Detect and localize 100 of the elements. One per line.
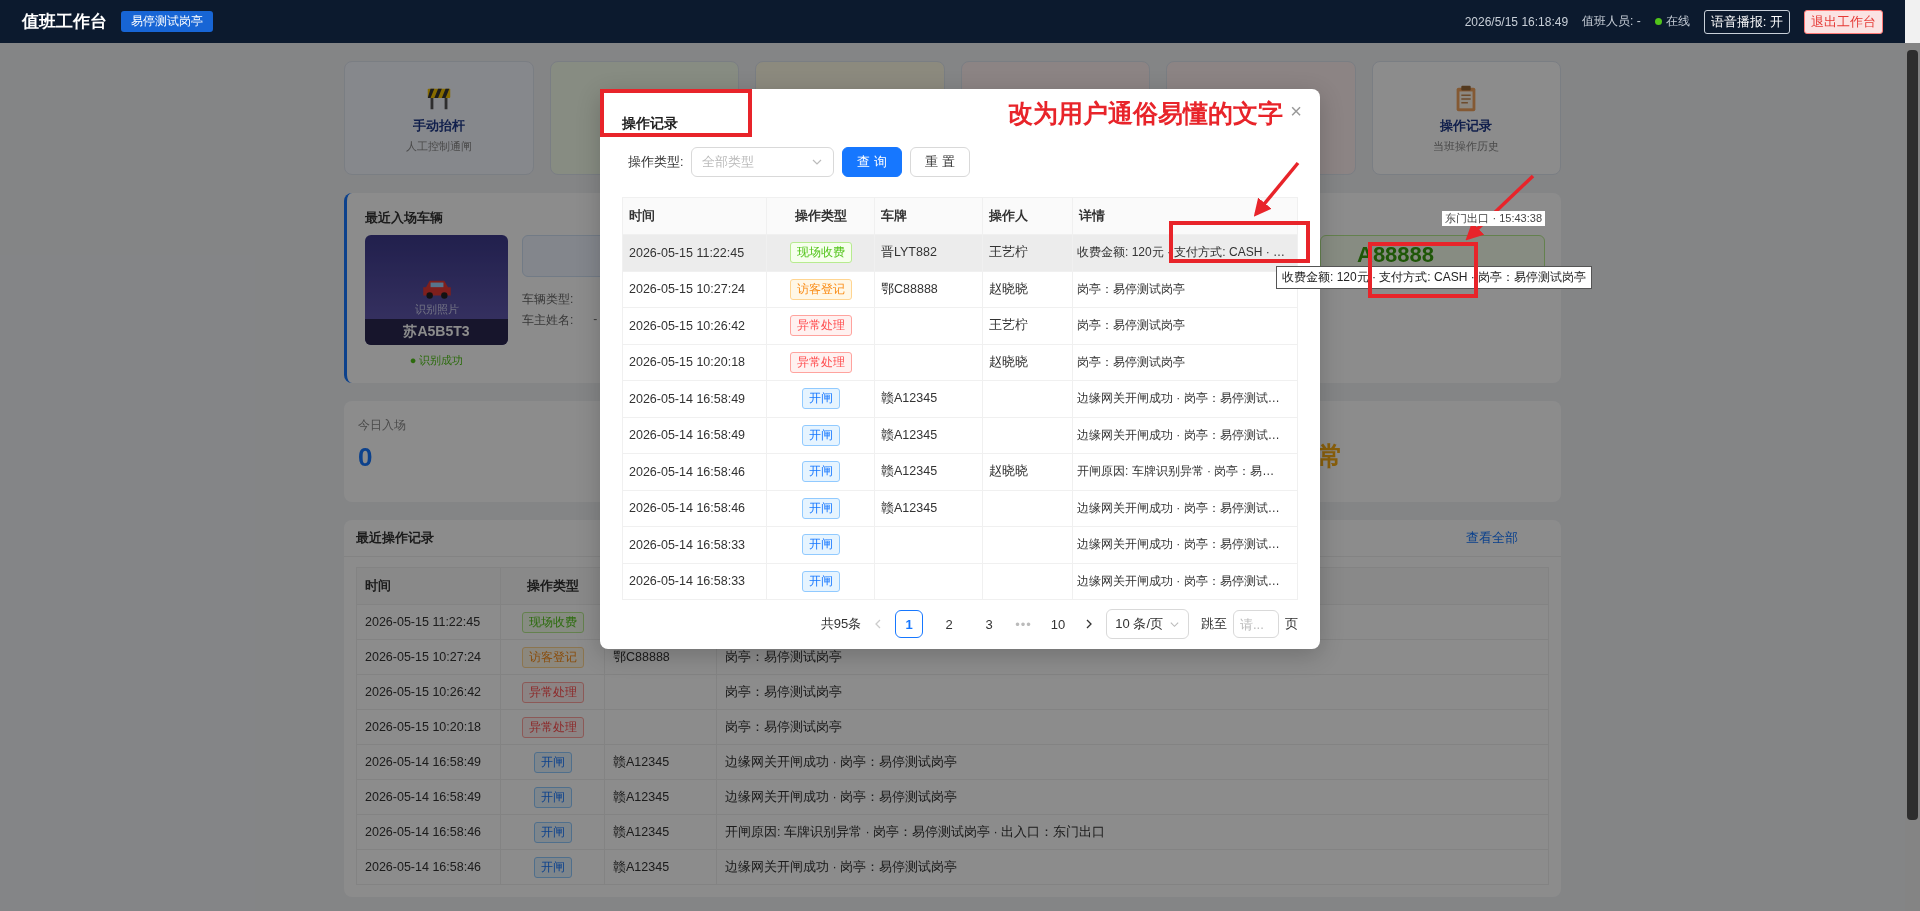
table-cell: 岗亭：易停测试岗亭 [725, 684, 842, 699]
table-cell: 收费金额: 120元 · 支付方式: CASH · … [1077, 245, 1286, 260]
staff-label: 值班人员: - [1582, 13, 1641, 30]
column-header: 时间 [356, 567, 501, 605]
exit-info: 东门出口 · 15:43:38 [1442, 210, 1545, 226]
table-cell: 边缘网关开闸成功 · 岗亭：易停测试岗亭 [725, 789, 958, 804]
table-cell: 边缘网关开闸成功 · 岗亭：易停测试岗亭 [725, 859, 958, 874]
table-cell: 2026-05-15 10:27:24 [629, 282, 746, 297]
table-cell: 晋LYT882 [881, 245, 937, 260]
field-label: 车主姓名: [522, 312, 574, 329]
type-tag: 开闸 [533, 856, 572, 878]
table-cell: 王艺柠 [989, 245, 1028, 260]
annotation-arrow [1253, 161, 1300, 217]
table-cell: 2026-05-15 11:22:45 [356, 604, 501, 640]
table-cell: 鄂C88888 [613, 649, 670, 664]
online-status: 在线 [1665, 13, 1690, 30]
table-cell: 2026-05-14 16:58:46 [356, 849, 501, 885]
stat-value: 0 [358, 442, 374, 473]
voice-button[interactable]: 语音播报: 开 [1703, 9, 1790, 34]
field-label: 车辆类型: [522, 291, 574, 308]
table-cell: 赣A12345 [613, 859, 670, 874]
type-tag: 开闸 [533, 786, 572, 808]
type-tag: 异常处理 [521, 716, 584, 738]
table-cell: 2026-05-15 10:20:18 [629, 355, 746, 370]
table-cell: 2026-05-14 16:58:49 [629, 428, 746, 443]
table-cell: 2026-05-14 16:58:33 [629, 574, 746, 589]
field-value: - [593, 312, 598, 328]
reset-button[interactable]: 重 置 [910, 147, 970, 177]
panel-title: 最近操作记录 [356, 529, 434, 547]
station-tag: 易停测试岗亭 [121, 11, 213, 32]
card-title: 手动抬杆 [412, 116, 465, 135]
recognition-status: ● 识别成功 [409, 353, 464, 368]
table-cell: 赣A12345 [613, 754, 670, 769]
type-tag: 开闸 [801, 570, 840, 592]
table-cell: 边缘网关开闸成功 · 岗亭：易停测试… [1077, 391, 1280, 406]
table-cell: 2026-05-15 10:20:18 [356, 709, 501, 745]
table-cell: 边缘网关开闸成功 · 岗亭：易停测试… [1077, 573, 1280, 588]
table-cell: 2026-05-14 16:58:33 [629, 537, 746, 552]
view-all-link[interactable]: 查看全部 [1466, 529, 1518, 547]
type-tag: 开闸 [801, 461, 840, 483]
page-size-select[interactable]: 10 条/页 [1106, 609, 1189, 639]
page-button[interactable]: 3 [975, 610, 1004, 638]
page-button[interactable]: 2 [935, 610, 964, 638]
type-tag: 异常处理 [521, 681, 584, 703]
exit-button[interactable]: 退出工作台 [1804, 9, 1883, 34]
jump-label: 跳至 [1201, 615, 1227, 633]
page-button[interactable]: 10 [1043, 610, 1073, 638]
photo-caption: 识别照片 [414, 302, 459, 317]
table-cell: 岗亭：易停测试岗亭 [725, 649, 842, 664]
table-cell: 边缘网关开闸成功 · 岗亭：易停测试… [1077, 537, 1280, 552]
column-header: 详情 [1072, 197, 1298, 235]
type-tag: 异常处理 [789, 315, 852, 337]
table-cell: 边缘网关开闸成功 · 岗亭：易停测试岗亭 [725, 754, 958, 769]
table-cell: 2026-05-14 16:58:46 [356, 814, 501, 850]
search-button[interactable]: 查 询 [842, 147, 903, 177]
table-cell: 2026-05-15 11:22:45 [629, 245, 745, 260]
stat-label: 今日入场 [358, 418, 406, 432]
dialog-title: 操作记录 [622, 115, 678, 133]
filter-label: 操作类型: [628, 153, 684, 171]
table-cell: 赣A12345 [881, 464, 938, 479]
page-button[interactable]: 1 [895, 610, 924, 638]
table-cell: 开闸原因: 车牌识别异常 · 岗亭：易停测试岗亭 · 出入口：东门出口 [725, 824, 1106, 839]
type-tag: 开闸 [801, 534, 840, 556]
type-tag: 访客登记 [789, 278, 852, 300]
type-tag: 访客登记 [521, 646, 584, 668]
column-header: 车牌 [874, 197, 983, 235]
table-cell: 赣A12345 [613, 824, 670, 839]
table-cell: 岗亭：易停测试岗亭 [1077, 354, 1185, 369]
tooltip: 收费金额: 120元 · 支付方式: CASH · 岗亭：易停测试岗亭 [1276, 266, 1593, 289]
column-header: 操作人 [982, 197, 1073, 235]
close-button[interactable]: × [1286, 100, 1306, 123]
table-cell: 2026-05-15 10:27:24 [356, 639, 501, 675]
table-cell: 赣A12345 [881, 391, 938, 406]
table-cell: 赣A12345 [881, 500, 938, 515]
table-cell: 赣A12345 [881, 427, 938, 442]
card-title: 操作记录 [1440, 116, 1493, 135]
type-tag: 异常处理 [789, 351, 852, 373]
table-cell: 2026-05-14 16:58:46 [629, 501, 746, 516]
table-cell: 赵晓晓 [989, 464, 1028, 479]
type-tag: 开闸 [533, 821, 572, 843]
table-cell: 岗亭：易停测试岗亭 [725, 719, 842, 734]
table-cell: 开闸原因: 车牌识别异常 · 岗亭：易… [1077, 464, 1275, 479]
table-cell: 2026-05-14 16:58:49 [356, 779, 501, 815]
type-tag: 开闸 [533, 751, 572, 773]
table-cell: 2026-05-14 16:58:46 [629, 464, 746, 479]
table-cell: 2026-05-15 10:26:42 [356, 674, 501, 710]
column-header: 时间 [622, 197, 767, 235]
table-cell: 赣A12345 [613, 789, 670, 804]
type-tag: 开闸 [801, 497, 840, 519]
annotation-note: 改为用户通俗易懂的文字 [1008, 98, 1283, 129]
table-cell: 王艺柠 [989, 318, 1028, 333]
table-cell: 2026-05-15 10:26:42 [629, 318, 746, 333]
table-cell: 赵晓晓 [989, 281, 1028, 296]
table-cell: 边缘网关开闸成功 · 岗亭：易停测试… [1077, 427, 1280, 442]
plate-number: 苏A5B5T3 [365, 319, 508, 345]
table-cell: 赵晓晓 [989, 354, 1028, 369]
table-cell: 岗亭：易停测试岗亭 [1077, 318, 1185, 333]
column-header: 操作类型 [766, 197, 875, 235]
page-suffix: 页 [1285, 615, 1298, 633]
page-input[interactable]: 请... [1233, 610, 1279, 638]
